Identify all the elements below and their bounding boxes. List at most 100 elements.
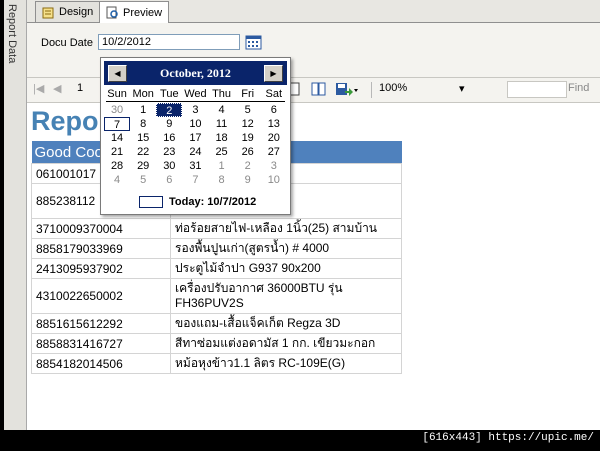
calendar-day[interactable]: 9 — [235, 173, 261, 187]
calendar-day[interactable]: 29 — [130, 159, 156, 173]
calendar-day[interactable]: 30 — [104, 103, 130, 117]
today-marker — [139, 196, 163, 208]
cell-name: หม้อหุงข้าว1.1 ลิตร RC-109E(G) — [170, 353, 402, 374]
previous-page-icon[interactable]: ◀ — [53, 82, 61, 95]
calendar-day[interactable]: 9 — [156, 117, 182, 131]
calendar-day[interactable]: 14 — [104, 131, 130, 145]
calendar-day[interactable]: 25 — [209, 145, 235, 159]
dow-label: Tue — [160, 88, 179, 100]
calendar-day[interactable]: 10 — [182, 117, 208, 131]
page-number-field[interactable]: 1 — [77, 82, 83, 94]
dow-label: Wed — [184, 88, 207, 100]
calendar-day[interactable]: 19 — [235, 131, 261, 145]
calendar-day[interactable]: 5 — [235, 103, 261, 117]
calendar-day[interactable]: 21 — [104, 145, 130, 159]
calendar-day[interactable]: 13 — [261, 117, 287, 131]
calendar-day[interactable]: 8 — [130, 117, 156, 131]
calendar-day[interactable]: 24 — [182, 145, 208, 159]
calendar-grid: Sun Mon Tue Wed Thu Fri Sat 30 1 2 3 4 5 6 7 8 9 1… — [104, 87, 287, 187]
calendar-week-row: 28 29 30 31 1 2 3 — [104, 159, 287, 173]
calendar-day[interactable]: 4 — [104, 173, 130, 187]
calendar-day[interactable]: 1 — [209, 159, 235, 173]
cell-code: 4310022650002 — [31, 278, 171, 314]
zoom-dropdown-icon[interactable]: ▾ — [459, 82, 465, 95]
report-data-panel[interactable]: Report Data — [4, 0, 27, 430]
calendar-day[interactable]: 17 — [182, 131, 208, 145]
calendar-day[interactable]: 16 — [156, 131, 182, 145]
docu-date-input[interactable]: 10/2/2012 — [98, 34, 240, 50]
calendar-day[interactable]: 4 — [209, 103, 235, 117]
calendar-day[interactable]: 8 — [209, 173, 235, 187]
calendar-day[interactable]: 1 — [130, 103, 156, 117]
cell-name: เครื่องปรับอากาศ 36000BTU รุ่น FH36PUV2S — [170, 278, 402, 314]
zoom-select[interactable]: 100% — [379, 82, 407, 94]
calendar-day[interactable]: 3 — [261, 159, 287, 173]
calendar-day[interactable]: 10 — [261, 173, 287, 187]
calendar-day[interactable]: 11 — [209, 117, 235, 131]
calendar-day[interactable]: 3 — [182, 103, 208, 117]
date-picker-popup: ◀ October, 2012 ▶ Sun Mon Tue Wed Thu Fr… — [100, 57, 291, 215]
calendar-day[interactable]: 28 — [104, 159, 130, 173]
calendar-day[interactable]: 7 — [182, 173, 208, 187]
calendar-week-row: 21 22 23 24 25 26 27 — [104, 145, 287, 159]
calendar-day[interactable]: 26 — [235, 145, 261, 159]
cell-code: 8851615612292 — [31, 313, 171, 334]
cell-name: ท่อร้อยสายไฟ-เหลือง 1นิ้ว(25) สามบ้าน — [170, 218, 402, 239]
calendar-day[interactable]: 31 — [182, 159, 208, 173]
cell-code: 8858831416727 — [31, 333, 171, 354]
tab-preview[interactable]: Preview — [99, 1, 170, 23]
toolbar-divider — [371, 82, 372, 98]
day-of-week-row: Sun Mon Tue Wed Thu Fri Sat — [104, 87, 287, 101]
dow-label: Thu — [212, 88, 232, 100]
calendar-icon — [245, 35, 262, 50]
tab-strip: Design Preview — [27, 0, 600, 23]
first-page-icon[interactable]: |◀ — [33, 82, 44, 95]
calendar-header: ◀ October, 2012 ▶ — [104, 61, 287, 85]
calendar-day[interactable]: 22 — [130, 145, 156, 159]
calendar-day[interactable]: 2 — [156, 103, 183, 117]
today-footer[interactable]: Today: 10/7/2012 — [139, 196, 256, 208]
table-row: 4310022650002 เครื่องปรับอากาศ 36000BTU ร… — [31, 278, 402, 314]
calendar-day[interactable]: 12 — [235, 117, 261, 131]
find-input[interactable] — [507, 81, 567, 98]
calendar-week-row: 7 8 9 10 11 12 13 — [104, 117, 287, 131]
previous-month-button[interactable]: ◀ — [108, 65, 127, 82]
calendar-day[interactable]: 5 — [130, 173, 156, 187]
dow-label: Fri — [241, 88, 255, 100]
report-data-label: Report Data — [6, 4, 18, 64]
table-row: 2413095937902 ประตูไม้จำปา G937 90x200 — [31, 258, 402, 279]
tab-design[interactable]: Design — [35, 1, 101, 22]
table-row: 8858831416727 สีทาซ่อมแต่งอดามัส 1 กก. เข… — [31, 333, 402, 354]
design-icon — [42, 6, 55, 19]
export-icon[interactable] — [335, 82, 359, 99]
tab-preview-label: Preview — [123, 6, 163, 19]
calendar-day[interactable]: 7 — [104, 117, 131, 131]
calendar-month-title[interactable]: October, 2012 — [128, 66, 263, 81]
calendar-day[interactable]: 18 — [209, 131, 235, 145]
page-setup-icon[interactable] — [311, 82, 327, 99]
calendar-day[interactable]: 23 — [156, 145, 182, 159]
cell-name: สีทาซ่อมแต่งอดามัส 1 กก. เขียวมะกอก — [170, 333, 402, 354]
next-month-button[interactable]: ▶ — [264, 65, 283, 82]
calendar-week-row: 4 5 6 7 8 9 10 — [104, 173, 287, 187]
calendar-day[interactable]: 20 — [261, 131, 287, 145]
dow-label: Mon — [132, 88, 154, 100]
preview-icon — [106, 6, 119, 19]
dow-label: Sat — [265, 88, 283, 100]
cell-code: 2413095937902 — [31, 258, 171, 279]
calendar-day[interactable]: 15 — [130, 131, 156, 145]
report-title: Repo — [31, 106, 99, 136]
table-row: 8851615612292 ของแถม-เสื้อแจ็คเก็ต Regza … — [31, 313, 402, 334]
calendar-day[interactable]: 2 — [235, 159, 261, 173]
calendar-day[interactable]: 27 — [261, 145, 287, 159]
table-row: 8858179033969 รองพื้นปูนเก่า(สูตรน้ำ) # 4… — [31, 238, 402, 259]
calendar-button[interactable] — [245, 34, 262, 50]
find-button[interactable]: Find — [568, 82, 589, 94]
calendar-day[interactable]: 30 — [156, 159, 182, 173]
today-label: Today: 10/7/2012 — [169, 196, 257, 208]
calendar-day[interactable]: 6 — [156, 173, 182, 187]
cell-code: 8854182014506 — [31, 353, 171, 374]
calendar-day[interactable]: 6 — [261, 103, 287, 117]
cell-code: 8858179033969 — [31, 238, 171, 259]
table-row: 3710009370004 ท่อร้อยสายไฟ-เหลือง 1นิ้ว(2… — [31, 218, 402, 239]
